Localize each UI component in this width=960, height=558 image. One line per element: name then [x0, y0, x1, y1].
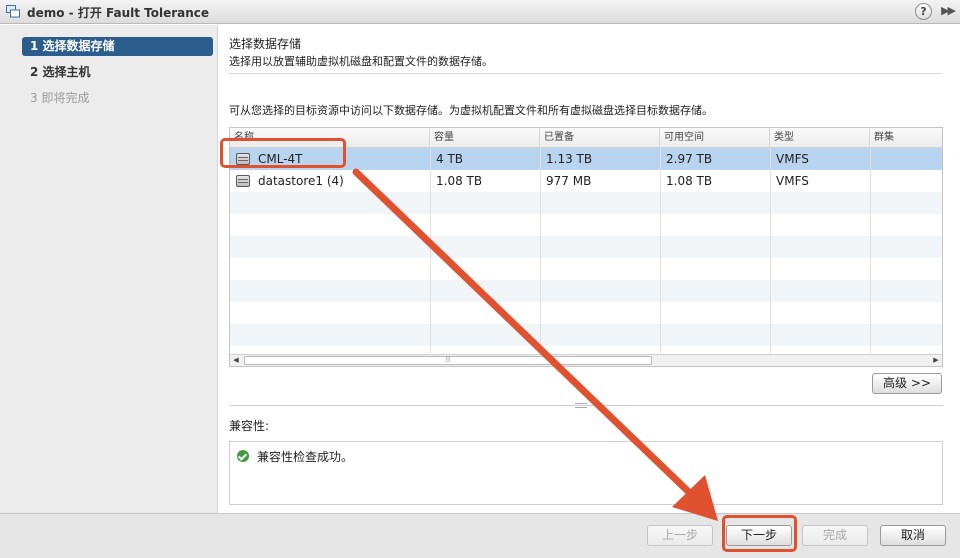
empty-row: [230, 302, 942, 324]
column-divider: [870, 148, 871, 353]
column-header-provisioned[interactable]: 已置备: [540, 128, 660, 148]
datastore-icon: [236, 175, 250, 187]
highlight-box-next: [722, 515, 797, 552]
section-title: 选择数据存储: [229, 37, 302, 51]
cell-provisioned: 977 MB: [546, 174, 592, 188]
empty-row: [230, 258, 942, 280]
compatibility-panel: 兼容性检查成功。: [229, 441, 943, 505]
cell-free-space: 2.97 TB: [666, 152, 713, 166]
cell-capacity: 4 TB: [436, 152, 464, 166]
column-header-free-space[interactable]: 可用空间: [660, 128, 770, 148]
wizard-content: 选择数据存储 选择用以放置辅助虚拟机磁盘和配置文件的数据存储。 可从您选择的目标…: [219, 25, 960, 513]
column-divider: [430, 148, 431, 353]
cell-name: datastore1 (4): [258, 174, 344, 188]
wizard-steps-sidebar: 1 选择数据存储 2 选择主机 3 即将完成: [0, 25, 218, 513]
finish-button[interactable]: 完成: [802, 525, 868, 546]
cell-free-space: 1.08 TB: [666, 174, 713, 188]
wizard-footer: 上一步 下一步 完成 取消: [0, 513, 960, 558]
splitter-grip-icon[interactable]: [575, 403, 587, 408]
help-icon[interactable]: ?: [915, 3, 932, 20]
cell-type: VMFS: [776, 152, 809, 166]
empty-row: [230, 236, 942, 258]
table-row[interactable]: datastore1 (4) 1.08 TB 977 MB 1.08 TB VM…: [230, 170, 942, 192]
window-titlebar: demo - 打开 Fault Tolerance ? ▶▶: [0, 0, 960, 24]
scroll-right-icon[interactable]: ▶: [930, 355, 942, 366]
compatibility-label: 兼容性:: [229, 419, 270, 433]
empty-row: [230, 214, 942, 236]
cell-type: VMFS: [776, 174, 809, 188]
back-button[interactable]: 上一步: [647, 525, 713, 546]
header-divider: [229, 73, 942, 74]
step-select-host[interactable]: 2 选择主机: [22, 63, 213, 82]
highlight-box-datastore: [220, 138, 346, 168]
column-header-cluster[interactable]: 群集: [870, 128, 942, 148]
column-header-type[interactable]: 类型: [770, 128, 870, 148]
table-body: CML-4T 4 TB 1.13 TB 2.97 TB VMFS datasto…: [230, 148, 942, 353]
success-check-icon: [237, 450, 249, 462]
cancel-button[interactable]: 取消: [880, 525, 946, 546]
window-title: demo - 打开 Fault Tolerance: [27, 6, 210, 20]
step-select-datastore[interactable]: 1 选择数据存储: [22, 37, 213, 56]
compatibility-message: 兼容性检查成功。: [257, 450, 354, 464]
empty-row: [230, 192, 942, 214]
column-divider: [540, 148, 541, 353]
column-header-capacity[interactable]: 容量: [430, 128, 540, 148]
section-description: 选择用以放置辅助虚拟机磁盘和配置文件的数据存储。: [229, 55, 493, 68]
step-ready-to-complete: 3 即将完成: [30, 91, 90, 105]
empty-row: [230, 280, 942, 302]
advanced-button[interactable]: 高级 >>: [872, 373, 942, 394]
cell-provisioned: 1.13 TB: [546, 152, 593, 166]
column-divider: [770, 148, 771, 353]
horizontal-scrollbar[interactable]: ◀ ⁞⁞ ▶: [230, 354, 942, 366]
vm-icon: [6, 5, 20, 18]
empty-row: [230, 324, 942, 346]
scroll-thumb[interactable]: ⁞⁞: [244, 356, 652, 365]
instruction-text: 可从您选择的目标资源中访问以下数据存储。为虚拟机配置文件和所有虚拟磁盘选择目标数…: [229, 104, 713, 117]
cell-capacity: 1.08 TB: [436, 174, 483, 188]
scroll-left-icon[interactable]: ◀: [230, 355, 242, 366]
column-divider: [660, 148, 661, 353]
expand-icon[interactable]: ▶▶: [941, 4, 956, 17]
